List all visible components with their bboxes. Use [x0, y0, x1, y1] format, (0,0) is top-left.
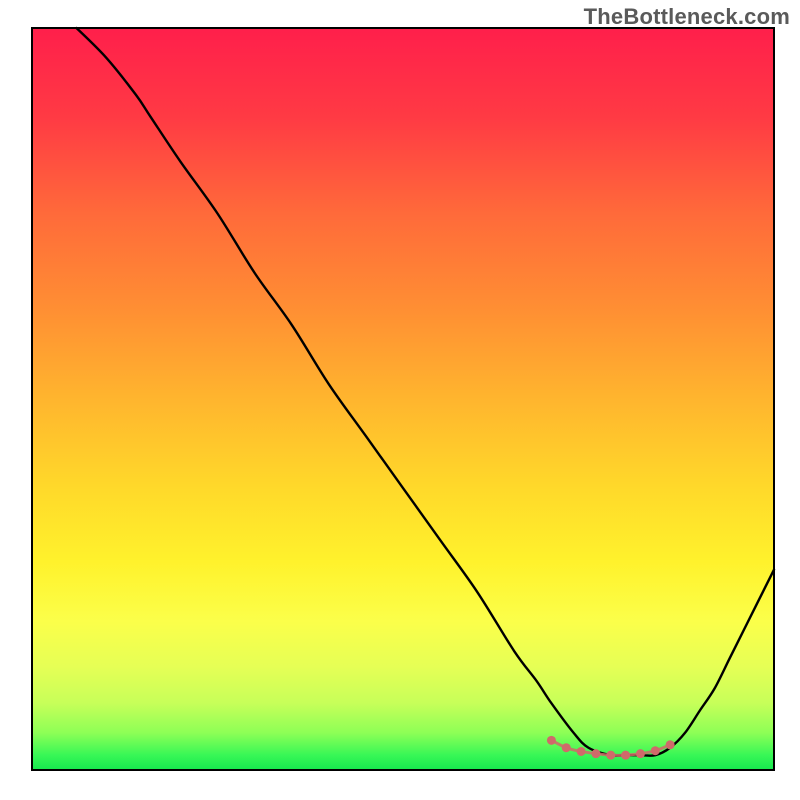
minimum-dot: [651, 746, 660, 755]
minimum-dot: [591, 749, 600, 758]
minimum-dot: [636, 749, 645, 758]
minimum-dot: [577, 747, 586, 756]
minimum-dot: [562, 743, 571, 752]
minimum-dot: [666, 740, 675, 749]
chart-container: TheBottleneck.com: [0, 0, 800, 800]
minimum-dot: [547, 736, 556, 745]
minimum-dot: [606, 751, 615, 760]
minimum-dot: [621, 751, 630, 760]
watermark-text: TheBottleneck.com: [584, 4, 790, 30]
bottleneck-chart: [0, 0, 800, 800]
plot-background: [32, 28, 774, 770]
